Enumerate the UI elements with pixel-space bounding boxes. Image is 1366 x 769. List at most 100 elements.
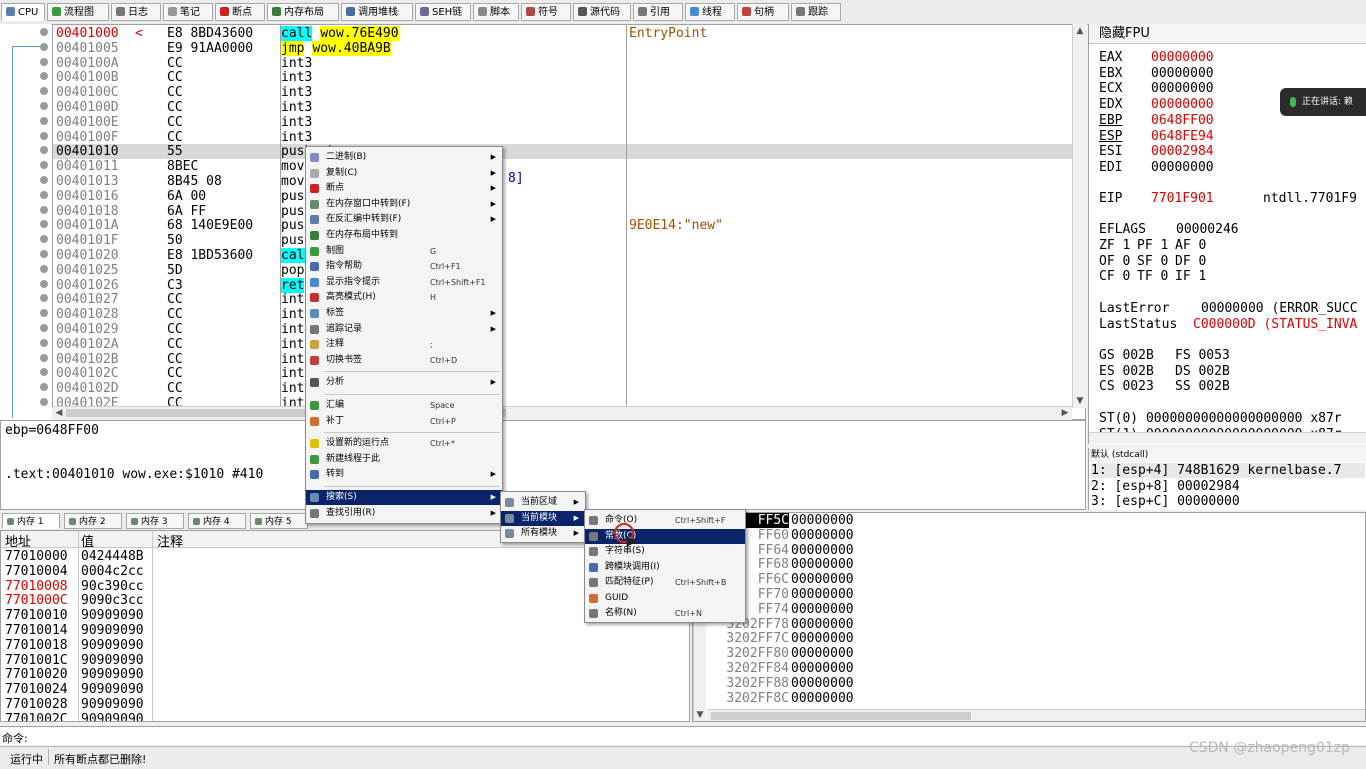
tab-threads[interactable]: 线程 <box>685 3 735 21</box>
breakpoint-dot-icon[interactable] <box>40 190 48 199</box>
dump-row[interactable]: 77010008 90c390cc <box>1 579 681 594</box>
breakpoint-dot-icon[interactable] <box>40 353 48 362</box>
tab-symbol[interactable]: 符号 <box>521 3 571 21</box>
dump-header-value[interactable]: 值 <box>81 531 94 550</box>
breakpoint-dot-icon[interactable] <box>40 176 48 184</box>
breakpoint-dot-icon[interactable] <box>40 87 48 96</box>
tab-memory-map[interactable]: 内存布局 <box>267 3 339 21</box>
disasm-row[interactable]: 00401029 CC int <box>53 322 1073 337</box>
breakpoint-dot-icon[interactable] <box>40 220 48 229</box>
menu-item-help[interactable]: 指令帮助 Ctrl+F1 <box>306 259 502 274</box>
register-value[interactable]: 7701F901 <box>1151 191 1263 207</box>
disasm-row[interactable]: 0040102D CC int <box>53 381 1073 396</box>
hide-fpu-button[interactable]: 隐藏FPU <box>1089 24 1366 44</box>
tab-trace[interactable]: 跟踪 <box>791 3 841 21</box>
disasm-row[interactable]: 0040101055push ebp <box>53 144 1073 160</box>
breakpoint-dot-icon[interactable] <box>40 102 48 110</box>
register-edi[interactable]: EDI 00000000 <box>1099 160 1214 176</box>
menu-item-search[interactable]: 搜索(S) ▶ <box>306 490 502 505</box>
register-ebx[interactable]: EBX 00000000 <box>1099 66 1214 82</box>
disasm-row[interactable]: 00401011 8BEC mov <box>53 159 1073 174</box>
register-value[interactable]: 00000000 <box>1151 66 1214 81</box>
disasm-vscrollbar[interactable]: ▲ ▼ <box>1072 24 1087 408</box>
menu-item-command[interactable]: 命令(O) Ctrl+Shift+F <box>585 513 745 528</box>
menu-item-find-refs[interactable]: 查找引用(R) ▶ <box>306 506 502 521</box>
disasm-row[interactable]: 00401000 < E8 8BD43600 call wow.76E490 EntryP… <box>53 26 1073 41</box>
menu-item-constant[interactable]: 常数(C) <box>585 528 745 544</box>
dump-row[interactable]: 77010014 90909090 <box>1 623 681 638</box>
menu-item-memory-window[interactable]: 在内存窗口中转到(F) ▶ <box>306 197 502 212</box>
dump-tab[interactable]: 内存 1 <box>2 513 60 529</box>
breakpoint-dot-icon[interactable] <box>40 338 48 347</box>
segment-register[interactable]: FS 0053 <box>1175 348 1251 364</box>
scroll-right-icon[interactable]: ▶ <box>1059 407 1071 419</box>
stack-row[interactable]: 3202FF80 00000000 <box>707 646 887 661</box>
flag[interactable]: DF 0 <box>1175 254 1213 270</box>
dump-row[interactable]: 77010018 90909090 <box>1 638 681 653</box>
menu-item-new-thread[interactable]: 新建线程于此 <box>306 452 502 467</box>
dump-row[interactable]: 77010004 0004c2cc <box>1 564 681 579</box>
segment-register[interactable]: ES 002B <box>1099 364 1175 380</box>
flag[interactable]: CF 0 <box>1099 269 1137 285</box>
tab-references[interactable]: 引用 <box>633 3 683 21</box>
disasm-row[interactable]: 00401025 5D pop <box>53 263 1073 278</box>
scroll-left-icon[interactable]: ◀ <box>53 407 65 419</box>
flag[interactable]: AF 0 <box>1175 238 1213 254</box>
flag[interactable]: PF 1 <box>1137 238 1175 254</box>
menu-item-pattern[interactable]: 匹配特征(P) Ctrl+Shift+B <box>585 575 745 590</box>
breakpoint-dot-icon[interactable] <box>40 264 48 273</box>
disasm-hscrollbar[interactable]: ◀ ▶ <box>52 406 1072 420</box>
disasm-row[interactable]: 0040102C CC int <box>53 366 1073 381</box>
disasm-row[interactable]: 0040100A CC int3 <box>53 56 1073 71</box>
dump-tab[interactable]: 内存 5 <box>250 513 308 529</box>
register-value[interactable]: 0648FF00 <box>1151 113 1214 128</box>
disasm-row[interactable]: 0040100C CC int3 <box>53 85 1073 100</box>
segment-register[interactable]: SS 002B <box>1175 379 1251 395</box>
command-input[interactable] <box>30 728 1360 743</box>
menu-item-names[interactable]: 名称(N) Ctrl+N <box>585 606 745 621</box>
dump-tab[interactable]: 内存 3 <box>126 513 184 529</box>
dump-row[interactable]: 77010024 90909090 <box>1 682 681 697</box>
dump-tab[interactable]: 内存 4 <box>188 513 246 529</box>
menu-item-set-origin[interactable]: 设置新的运行点 Ctrl+* <box>306 436 502 451</box>
menu-item-disasm-goto[interactable]: 在反汇编中转到(F) ▶ <box>306 212 502 227</box>
breakpoint-dot-icon[interactable] <box>40 42 48 51</box>
menu-item-goto[interactable]: 转到 ▶ <box>306 467 502 482</box>
disasm-row[interactable]: 0040100E CC int3 <box>53 115 1073 130</box>
disasm-row[interactable]: 00401020 E8 1BD53600 call <box>53 248 1073 263</box>
disasm-row[interactable]: 00401018 6A FF push <box>53 204 1073 219</box>
breakpoint-dot-icon[interactable] <box>40 28 48 36</box>
menu-item-analyze[interactable]: 分析 ▶ <box>306 375 502 390</box>
register-eflags[interactable]: EFLAGS 00000246 <box>1099 222 1239 238</box>
registers-hscrollbar[interactable] <box>1089 432 1366 443</box>
fpu-register[interactable]: ST(0) 00000000000000000000 x87r <box>1099 411 1342 427</box>
menu-item-module[interactable]: 当前模块 ▶ <box>501 510 585 526</box>
register-value[interactable]: 00000000 <box>1151 81 1214 96</box>
call-arg-row[interactable]: 1: [esp+4] 748B1629 kernelbase.7 <box>1091 463 1365 478</box>
breakpoint-dot-icon[interactable] <box>40 57 48 66</box>
breakpoint-dot-icon[interactable] <box>40 116 48 125</box>
tab-handles[interactable]: 句柄 <box>737 3 789 21</box>
disasm-row[interactable]: 0040100D CC int3 <box>53 100 1073 115</box>
dump-header-address[interactable]: 地址 <box>5 531 31 550</box>
flag[interactable]: OF 0 <box>1099 254 1137 270</box>
scroll-down-icon[interactable]: ▼ <box>1074 395 1086 407</box>
menu-item-highlight[interactable]: 高亮模式(H) H <box>306 290 502 305</box>
disasm-row[interactable]: 0040101F 50 push <box>53 233 1073 248</box>
flag[interactable]: ZF 1 <box>1099 238 1137 254</box>
menu-item-trace-record[interactable]: 追踪记录 ▶ <box>306 322 502 337</box>
segment-register[interactable]: DS 002B <box>1175 364 1251 380</box>
register-esi[interactable]: ESI 00002984 <box>1099 144 1214 160</box>
menu-item-graph[interactable]: 制图 G <box>306 244 502 259</box>
disasm-row[interactable]: 00401016 6A 00 push <box>53 189 1073 204</box>
disasm-row[interactable]: 0040101A 68 140E9E00 push 9E0E14:"new" <box>53 218 1073 233</box>
dump-row[interactable]: 77010010 90909090 <box>1 608 681 623</box>
calling-convention-select[interactable]: 默认 (stdcall) <box>1089 448 1366 462</box>
stack-row[interactable]: 3202FF88 00000000 <box>707 676 887 691</box>
dump-row[interactable]: 77010028 90909090 <box>1 697 681 712</box>
breakpoint-dot-icon[interactable] <box>40 72 48 81</box>
menu-item-label[interactable]: 标签 ▶ <box>306 306 502 321</box>
menu-item-hint[interactable]: 显示指令提示 Ctrl+Shift+F1 <box>306 275 502 290</box>
tab-graph[interactable]: 流程图 <box>47 3 109 21</box>
disasm-row[interactable]: 00401026 C3 ret <box>53 277 1073 293</box>
